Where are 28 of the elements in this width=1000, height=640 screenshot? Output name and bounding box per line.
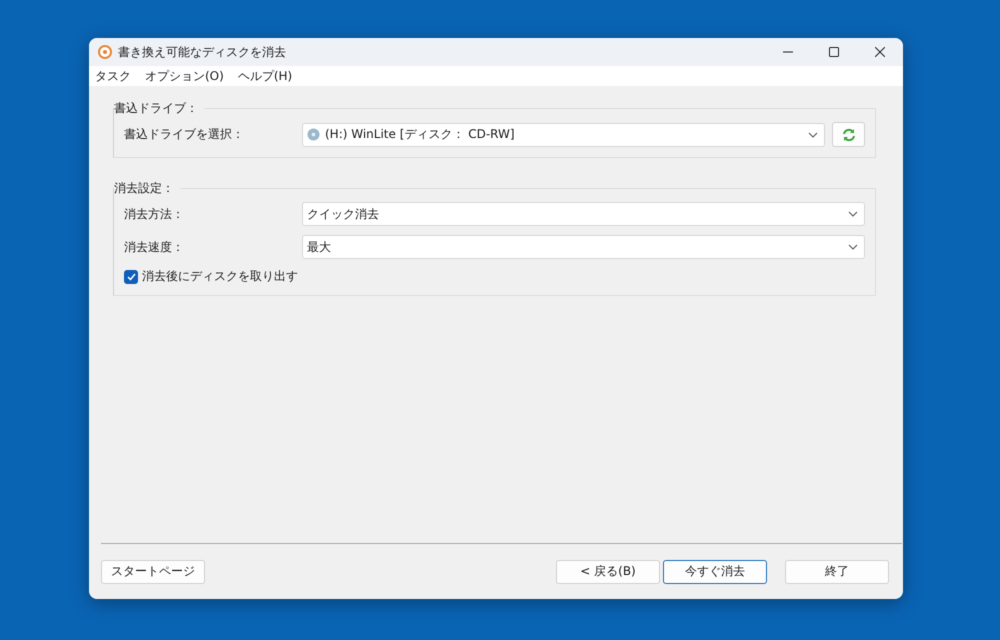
menu-item[interactable]: タスク bbox=[95, 68, 131, 84]
field-label: 書込ドライブを選択： bbox=[124, 126, 245, 143]
group-title: 消去設定： bbox=[114, 180, 180, 197]
chevron-down-icon bbox=[808, 132, 818, 138]
checkbox[interactable] bbox=[124, 270, 138, 284]
field-label: 消去方法： bbox=[124, 206, 185, 222]
disc-icon bbox=[307, 128, 320, 141]
dialog-button[interactable]: スタートページ bbox=[101, 560, 205, 584]
maximize-icon bbox=[829, 47, 839, 57]
window-title: 書き換え可能なディスクを消去 bbox=[118, 44, 287, 60]
drive-dropdown[interactable]: (H:) WinLite [ディスク： CD-RW] bbox=[302, 122, 825, 146]
close-icon bbox=[875, 47, 885, 57]
menu-item[interactable]: オプション(O) bbox=[145, 68, 224, 84]
disc-icon bbox=[98, 45, 112, 59]
dropdown[interactable]: クイック消去 bbox=[302, 202, 865, 226]
dropdown[interactable]: 最大 bbox=[302, 235, 865, 259]
refresh-icon bbox=[842, 128, 856, 142]
field-label: 消去速度： bbox=[124, 238, 185, 256]
group-title: 書込ドライブ： bbox=[114, 100, 204, 117]
dialog-button[interactable]: 終了 bbox=[785, 560, 889, 584]
dialog-button[interactable]: < 戻る(B) bbox=[556, 560, 660, 584]
checkmark-icon bbox=[126, 272, 136, 280]
menu-item[interactable]: ヘルプ(H) bbox=[238, 68, 292, 84]
chevron-down-icon bbox=[848, 244, 858, 250]
refresh-button[interactable] bbox=[832, 122, 865, 147]
dialog-button[interactable]: 今すぐ消去 bbox=[663, 560, 767, 584]
chevron-down-icon bbox=[848, 211, 858, 217]
checkbox-label: 消去後にディスクを取り出す bbox=[142, 268, 298, 285]
